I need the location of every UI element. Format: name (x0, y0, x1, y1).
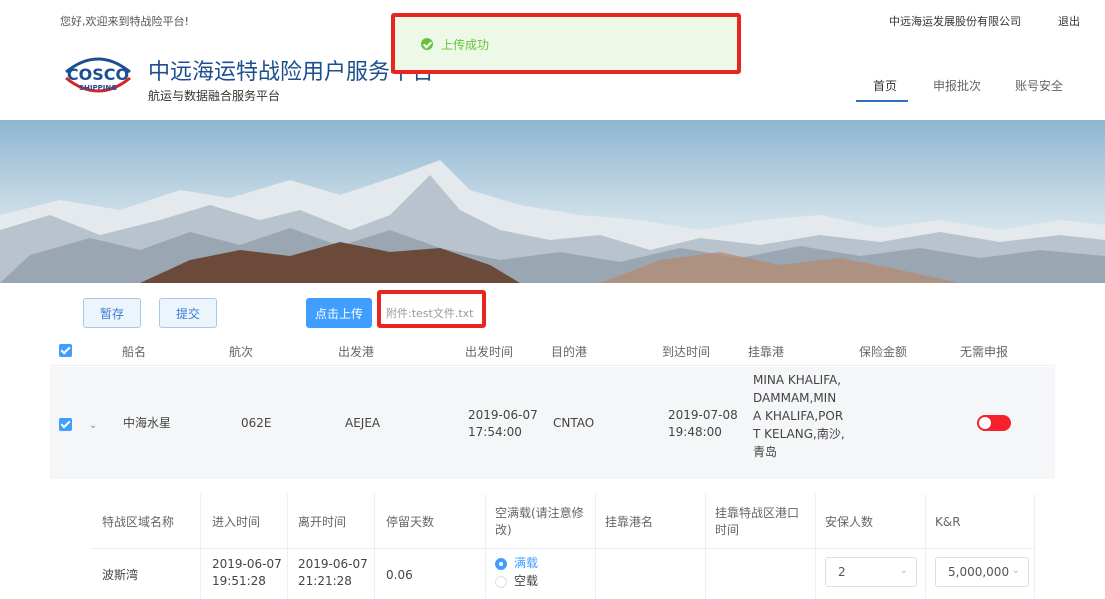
save-draft-button[interactable]: 暂存 (83, 298, 141, 328)
col-ship: 船名 (122, 345, 147, 359)
cell-departure-port: AEJEA (345, 416, 381, 430)
nav-active-indicator (856, 100, 908, 102)
cell-call-port-line: DAMMAM,MIN (753, 391, 837, 405)
cell-departure-clock: 17:54:00 (468, 425, 522, 439)
sub-col-zone: 特战区域名称 (102, 515, 175, 529)
cell-call-port-line: 青岛 (753, 445, 778, 459)
radio-empty-load-label[interactable]: 空载 (514, 573, 538, 589)
sub-cell-days: 0.06 (386, 568, 413, 582)
sub-col-enter: 进入时间 (212, 515, 261, 529)
col-call-port: 挂靠港 (748, 345, 785, 359)
table-header: 船名 航次 出发港 出发时间 目的港 到达时间 挂靠港 保险金额 无需申报 (50, 334, 1055, 366)
subtable-header: 特战区域名称 进入时间 离开时间 停留天数 空满载(请注意修 改) 挂靠港名 挂… (90, 494, 1035, 549)
row-checkbox[interactable] (59, 418, 72, 431)
cosco-logo[interactable]: COSCO SHIPPING (58, 52, 138, 98)
radio-empty-load[interactable] (495, 576, 507, 588)
sub-cell-leave-clock: 21:21:28 (298, 574, 352, 588)
expand-chevron-icon[interactable]: ⌄ (89, 420, 97, 431)
guards-select[interactable]: 2 ⌄ (825, 557, 917, 587)
logout-link[interactable]: 退出 (1058, 13, 1080, 29)
zone-subtable: 特战区域名称 进入时间 离开时间 停留天数 空满载(请注意修 改) 挂靠港名 挂… (90, 494, 1035, 599)
sub-cell-zone: 波斯湾 (102, 568, 139, 582)
page-subtitle: 航运与数据融合服务平台 (148, 89, 281, 103)
nav-home[interactable]: 首页 (873, 77, 897, 94)
radio-full-load-label[interactable]: 满载 (514, 555, 538, 571)
select-all-checkbox[interactable] (59, 344, 72, 357)
cell-departure-date: 2019-06-07 (468, 408, 538, 422)
sub-col-days: 停留天数 (386, 515, 435, 529)
cell-arrival-date: 2019-07-08 (668, 408, 738, 422)
cell-call-port-line: MINA KHALIFA, (753, 373, 842, 387)
company-name[interactable]: 中远海运发展股份有限公司 (889, 13, 1021, 29)
kr-select[interactable]: 5,000,000 ⌄ (935, 557, 1029, 587)
upload-button[interactable]: 点击上传 (306, 298, 372, 328)
radio-full-load[interactable] (495, 558, 507, 570)
col-departure-time: 出发时间 (465, 345, 514, 359)
declaration-panel: 暂存 提交 点击上传 附件:test文件.txt 船名 航次 出发港 出发时间 … (50, 290, 1055, 599)
kr-value: 5,000,000 (948, 565, 1010, 579)
sub-col-load-line1: 空满载(请注意修 (495, 506, 584, 520)
nav-account-security[interactable]: 账号安全 (1015, 77, 1063, 94)
logo-bottom-text: SHIPPING (79, 84, 117, 92)
cell-voyage: 062E (241, 416, 272, 430)
sub-col-war-port-line2: 时间 (715, 523, 740, 537)
cell-call-port-line: T KELANG,南沙, (753, 427, 845, 441)
sub-cell-enter-date: 2019-06-07 (212, 557, 282, 571)
chevron-down-icon: ⌄ (1011, 565, 1020, 576)
cell-destination: CNTAO (553, 416, 595, 430)
cell-ship: 中海水星 (123, 416, 172, 430)
sub-col-load-line2: 改) (495, 523, 512, 537)
chevron-down-icon: ⌄ (899, 565, 908, 576)
mountain-banner (0, 120, 1105, 283)
cell-arrival-clock: 19:48:00 (668, 425, 722, 439)
sub-cell-leave-date: 2019-06-07 (298, 557, 368, 571)
nav-batch[interactable]: 申报批次 (933, 77, 981, 94)
highlight-box-attachment (377, 290, 486, 328)
sub-cell-enter-clock: 19:51:28 (212, 574, 266, 588)
sub-col-war-port-line1: 挂靠特战区港口 (715, 506, 800, 520)
col-amount: 保险金额 (859, 345, 908, 359)
col-voyage: 航次 (229, 345, 254, 359)
subtable-row: 波斯湾 2019-06-07 19:51:28 2019-06-07 21:21… (90, 549, 1035, 599)
logo-top-text: COSCO (67, 65, 129, 84)
submit-button[interactable]: 提交 (159, 298, 217, 328)
col-arrival-time: 到达时间 (662, 345, 711, 359)
col-destination: 目的港 (551, 345, 588, 359)
cell-call-port-line: A KHALIFA,POR (753, 409, 844, 423)
sub-col-leave: 离开时间 (298, 515, 347, 529)
sub-col-kr: K&R (935, 515, 961, 529)
highlight-box-toast (391, 13, 741, 74)
guards-value: 2 (838, 565, 846, 579)
col-no-report: 无需申报 (960, 345, 1009, 359)
col-departure-port: 出发港 (338, 345, 375, 359)
welcome-text: 您好,欢迎来到特战险平台! (60, 15, 189, 28)
no-report-toggle[interactable] (977, 415, 1011, 431)
table-row[interactable]: ⌄ 中海水星 062E AEJEA 2019-06-07 17:54:00 CN… (50, 367, 1055, 479)
sub-col-guards: 安保人数 (825, 515, 874, 529)
sub-col-call-port: 挂靠港名 (605, 515, 654, 529)
